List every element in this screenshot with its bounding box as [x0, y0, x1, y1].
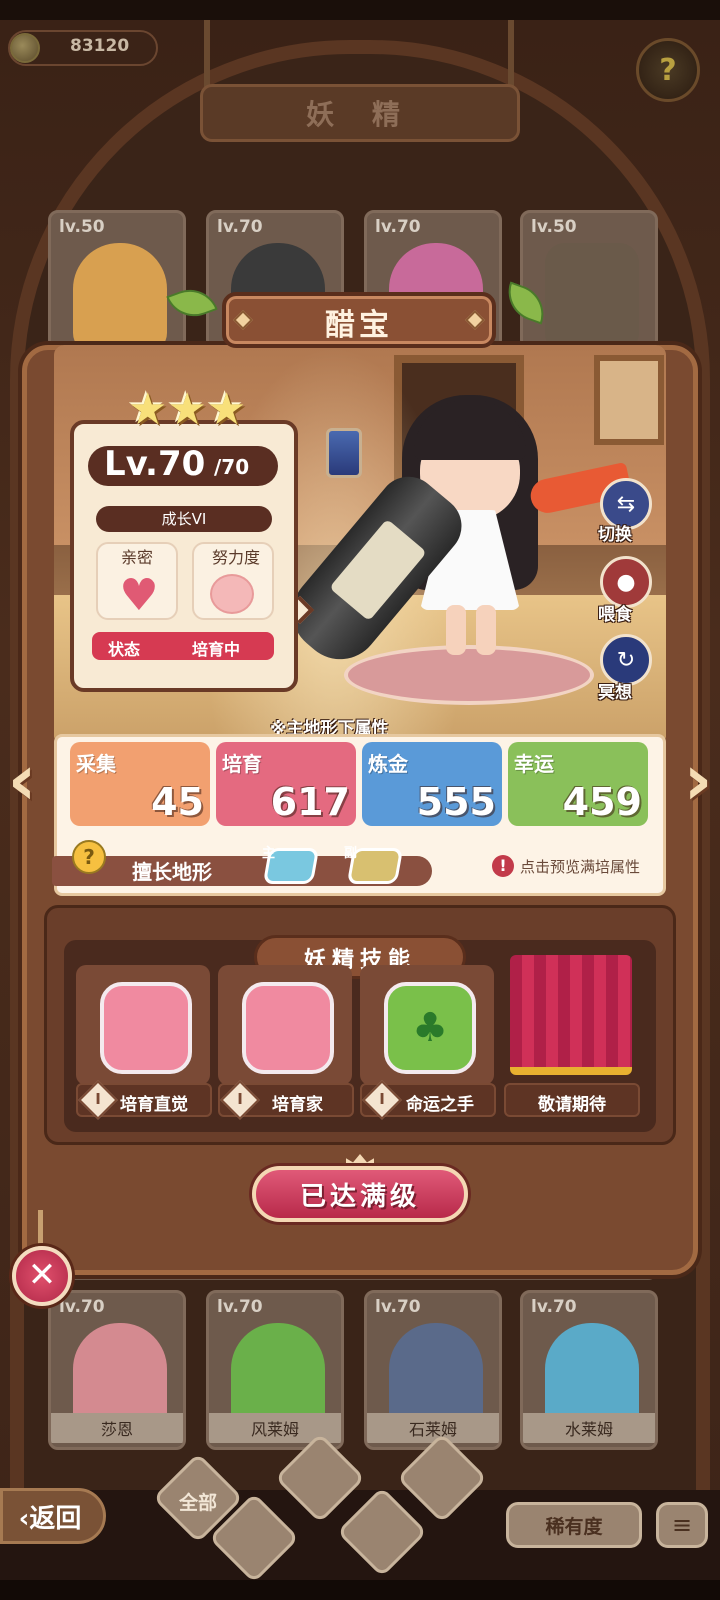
rope	[508, 20, 514, 90]
back-label: ‹返回	[18, 1504, 82, 1534]
coin-value: 83120	[70, 36, 130, 56]
switch-label: 切换	[598, 525, 632, 545]
close-icon: ✕	[27, 1255, 57, 1295]
filter-all-label: 全部	[178, 1492, 217, 1514]
curtain-placeholder	[510, 955, 632, 1075]
card-level: lv.70	[217, 1297, 263, 1317]
level-value: Lv.70	[104, 444, 206, 484]
attribute-value: 45	[151, 780, 204, 824]
star-rating: ★★★	[128, 384, 248, 435]
close-button[interactable]: ✕	[12, 1246, 72, 1306]
effort-face-icon	[210, 574, 254, 614]
growth-stage: 成长VI	[96, 506, 272, 532]
fairy-card[interactable]: lv.70 莎恩	[48, 1290, 186, 1450]
screen-title: 妖 精	[200, 84, 520, 142]
fairy-character-leg	[476, 605, 496, 655]
skill-rank: I	[95, 1090, 101, 1108]
attribute-name: 培育	[222, 752, 262, 776]
fairy-card[interactable]: lv.70 石莱姆	[364, 1290, 502, 1450]
fairy-card[interactable]: lv.50	[48, 210, 186, 350]
meditate-label: 冥想	[598, 683, 632, 703]
meat-icon: ●	[616, 569, 636, 595]
heart-icon: ♥	[119, 569, 159, 621]
card-level: lv.50	[531, 217, 577, 237]
sort-icon: ≡	[671, 1511, 693, 1539]
rope	[38, 1210, 43, 1250]
scene-picture-frame	[594, 355, 664, 445]
switch-icon: ⇆	[616, 491, 636, 517]
coin-icon	[10, 33, 40, 63]
help-button[interactable]: ?	[636, 38, 700, 102]
star-icon: ★	[206, 384, 247, 435]
prev-arrow[interactable]: ‹	[2, 740, 42, 820]
skill-rank: I	[237, 1090, 243, 1108]
scene-rug	[344, 645, 594, 705]
rope	[204, 20, 210, 90]
fairy-name: 醋宝	[325, 308, 393, 343]
star-icon: ★	[128, 384, 168, 435]
fairy-card[interactable]: lv.50	[520, 210, 658, 350]
skill-name: 命运之手	[406, 1095, 474, 1115]
fairy-card[interactable]: lv.70 风莱姆	[206, 1290, 344, 1450]
card-name: 莎恩	[51, 1413, 183, 1443]
fairy-card[interactable]: lv.70 水莱姆	[520, 1290, 658, 1450]
card-level: lv.70	[531, 1297, 577, 1317]
preview-full-hint[interactable]: 点击预览满培属性	[520, 856, 640, 877]
attribute-value: 555	[416, 780, 496, 824]
attribute-luck[interactable]: 幸运 459	[508, 742, 648, 826]
skill-name: 培育直觉	[120, 1095, 188, 1115]
terrain-help-icon[interactable]: ?	[72, 840, 106, 874]
card-level: lv.70	[217, 217, 263, 237]
watering-can-icon	[242, 982, 334, 1074]
status-value: 培育中	[192, 640, 241, 659]
card-level: lv.50	[59, 217, 105, 237]
feed-label: 喂食	[598, 605, 632, 625]
card-level: lv.70	[375, 217, 421, 237]
card-name: 水莱姆	[523, 1413, 655, 1443]
fairy-portrait	[73, 243, 167, 347]
sub-terrain-tag: 副	[344, 846, 358, 861]
rarity-sort-label: 稀有度	[545, 1516, 603, 1538]
attribute-nurture[interactable]: 培育 617	[216, 742, 356, 826]
fairy-character-leg	[446, 605, 466, 655]
status-strip	[0, 0, 720, 20]
card-level: lv.70	[59, 1297, 105, 1317]
card-name: 石莱姆	[367, 1413, 499, 1443]
fairy-portrait	[545, 243, 639, 347]
level-max: /70	[214, 455, 250, 479]
warning-icon: !	[492, 855, 514, 877]
clover-icon: ♣	[384, 982, 476, 1074]
attribute-gather[interactable]: 采集 45	[70, 742, 210, 826]
attribute-value: 459	[562, 780, 642, 824]
status-label: 状态	[108, 640, 141, 659]
attribute-name: 幸运	[514, 752, 554, 776]
skill-name: 培育家	[272, 1095, 323, 1115]
attribute-name: 炼金	[368, 752, 408, 776]
effort-label: 努力度	[211, 548, 260, 567]
star-icon: ★	[167, 384, 207, 435]
question-icon: ?	[659, 52, 677, 88]
meditate-icon: ↻	[616, 647, 636, 673]
tarot-card-icon[interactable]	[326, 428, 362, 478]
max-level-label: 已达满级	[299, 1182, 420, 1212]
sort-order-button[interactable]: ≡	[656, 1502, 708, 1548]
attribute-name: 采集	[76, 752, 116, 776]
attribute-alchemy[interactable]: 炼金 555	[362, 742, 502, 826]
intimacy-label: 亲密	[120, 548, 153, 567]
attribute-value: 617	[270, 780, 350, 824]
coming-soon-label: 敬请期待	[538, 1095, 606, 1115]
terrain-label: 擅长地形	[132, 860, 212, 884]
skill-rank: I	[379, 1090, 385, 1108]
card-level: lv.70	[375, 1297, 421, 1317]
next-arrow[interactable]: ›	[678, 740, 718, 820]
watering-can-icon	[100, 982, 192, 1074]
main-terrain-tag: 主	[262, 846, 276, 861]
nav-strip	[0, 1580, 720, 1600]
